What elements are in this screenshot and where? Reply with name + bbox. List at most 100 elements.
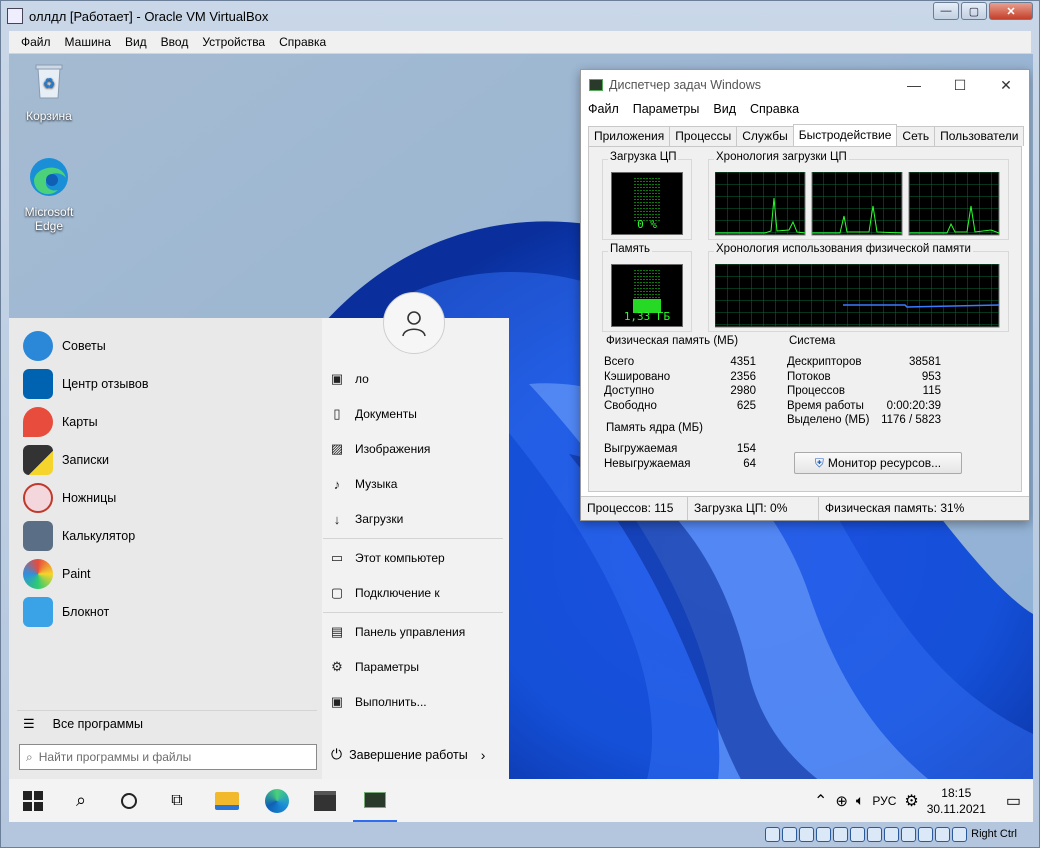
- usb-icon[interactable]: [833, 826, 849, 842]
- start-app-sticky-notes[interactable]: Записки: [23, 443, 109, 477]
- vbox-menu-input[interactable]: Ввод: [157, 35, 193, 49]
- volume-icon[interactable]: 🔈︎: [856, 792, 864, 809]
- clock[interactable]: 18:15 30.11.2021: [927, 785, 986, 817]
- search-placeholder: Найти программы и файлы: [38, 750, 192, 764]
- tm-minimize-button[interactable]: —: [891, 70, 937, 100]
- vbox-menu-devices[interactable]: Устройства: [198, 35, 269, 49]
- place-documents[interactable]: ▯ Документы: [329, 399, 504, 429]
- start-app-maps[interactable]: Карты: [23, 405, 98, 439]
- store-button[interactable]: [303, 779, 347, 822]
- vbox-menu-file[interactable]: Файл: [17, 35, 55, 49]
- tab-applications[interactable]: Приложения: [588, 126, 671, 146]
- place-user-folder[interactable]: ▣ ло: [329, 364, 504, 394]
- desktop-icon-label: Microsoft Edge: [24, 205, 74, 233]
- mouse-integration-icon[interactable]: [935, 826, 951, 842]
- place-control-panel[interactable]: ▤ Панель управления: [329, 617, 504, 647]
- virtualization-icon[interactable]: [918, 826, 934, 842]
- edge-icon: [30, 158, 68, 196]
- place-connect[interactable]: ▢ Подключение к: [329, 578, 504, 608]
- language-indicator[interactable]: РУС: [872, 794, 896, 808]
- control-panel-icon: ▤: [330, 624, 344, 639]
- tab-processes[interactable]: Процессы: [669, 126, 738, 146]
- network-adapter-icon[interactable]: [816, 826, 832, 842]
- guest-screen[interactable]: ♻ Корзина Microsoft Edge Советы Центр от…: [9, 54, 1033, 822]
- tm-menubar: Файл Параметры Вид Справка: [588, 102, 799, 116]
- tab-network[interactable]: Сеть: [896, 126, 936, 146]
- tm-menu-help[interactable]: Справка: [750, 102, 799, 116]
- vbox-menu-machine[interactable]: Машина: [61, 35, 115, 49]
- tm-menu-view[interactable]: Вид: [713, 102, 736, 116]
- all-programs-label: Все программы: [52, 717, 143, 731]
- tm-close-button[interactable]: ✕: [983, 70, 1029, 100]
- table-row: Доступно 2980: [604, 385, 756, 398]
- desktop-icon-edge[interactable]: Microsoft Edge: [11, 156, 87, 233]
- tab-performance[interactable]: Быстродействие: [792, 124, 898, 146]
- place-settings[interactable]: ⚙ Параметры: [329, 652, 504, 682]
- vbox-menu-help[interactable]: Справка: [275, 35, 330, 49]
- edge-taskbar-button[interactable]: [255, 779, 299, 822]
- start-app-calculator[interactable]: Калькулятор: [23, 519, 135, 553]
- place-run[interactable]: ▣ Выполнить...: [329, 687, 504, 717]
- recycle-bin-icon: ♻: [35, 64, 63, 99]
- place-music[interactable]: ♪ Музыка: [329, 469, 504, 499]
- connect-icon: ▢: [330, 585, 344, 600]
- shared-folders-icon[interactable]: [850, 826, 866, 842]
- tab-users[interactable]: Пользователи: [934, 126, 1025, 146]
- explorer-button[interactable]: [205, 779, 249, 822]
- place-pictures[interactable]: ▨ Изображения: [329, 434, 504, 464]
- tab-services[interactable]: Службы: [736, 126, 794, 146]
- start-app-paint[interactable]: Paint: [23, 557, 91, 591]
- tm-title: Диспетчер задач Windows: [609, 78, 761, 92]
- notifications-icon[interactable]: ▭: [1006, 791, 1021, 811]
- vbox-menu-view[interactable]: Вид: [121, 35, 151, 49]
- optical-drive-icon[interactable]: [782, 826, 798, 842]
- vbox-statusbar: Right Ctrl: [9, 822, 1031, 846]
- hdd-icon[interactable]: [765, 826, 781, 842]
- clock-time: 18:15: [941, 785, 972, 800]
- chevron-up-icon[interactable]: ⌃: [814, 791, 827, 811]
- place-downloads[interactable]: ↓ Загрузки: [329, 504, 504, 534]
- maximize-button[interactable]: ▢: [961, 2, 987, 20]
- user-avatar[interactable]: [383, 292, 445, 354]
- cortana-button[interactable]: [107, 779, 151, 822]
- status-memory: Физическая память: 31%: [825, 501, 965, 515]
- audio-icon[interactable]: [799, 826, 815, 842]
- close-button[interactable]: ✕: [989, 2, 1033, 20]
- start-search-input[interactable]: ⌕ Найти программы и файлы: [19, 744, 317, 770]
- cpu-icon[interactable]: [901, 826, 917, 842]
- system-group: Система Дескрипторов 38581 Потоков 953 Про…: [785, 335, 953, 434]
- task-view-button[interactable]: ⧉: [155, 779, 199, 822]
- keyboard-capture-icon[interactable]: [952, 826, 968, 842]
- start-app-snipping-tool[interactable]: Ножницы: [23, 481, 116, 515]
- divider: [17, 710, 317, 711]
- start-button[interactable]: [11, 779, 55, 822]
- system-tray: ⌃ ⊕ 🔈︎ РУС ⚙ 18:15 30.11.2021 ▭: [814, 779, 1033, 822]
- chevron-right-icon[interactable]: ›: [481, 747, 486, 763]
- kernel-memory-title: Память ядра (МБ): [604, 422, 705, 434]
- table-row: Свободно 625: [604, 399, 756, 412]
- start-app-tips[interactable]: Советы: [23, 329, 106, 363]
- shutdown-button[interactable]: ⏻ Завершение работы ›: [331, 746, 485, 763]
- display-icon[interactable]: [867, 826, 883, 842]
- taskbar: ⌕ ⧉ ⌃ ⊕ 🔈︎ РУС ⚙ 18:15 30.11.2021 ▭: [9, 779, 1033, 822]
- search-button[interactable]: ⌕: [59, 779, 103, 822]
- minimize-button[interactable]: —: [933, 2, 959, 20]
- network-icon[interactable]: ⊕: [835, 792, 848, 810]
- tm-menu-file[interactable]: Файл: [588, 102, 619, 116]
- resource-monitor-button[interactable]: ⛨ Монитор ресурсов...: [794, 452, 962, 474]
- tm-menu-options[interactable]: Параметры: [633, 102, 700, 116]
- start-app-notepad[interactable]: Блокнот: [23, 595, 109, 629]
- desktop-icon-recycle-bin[interactable]: ♻ Корзина: [11, 60, 87, 123]
- tm-maximize-button[interactable]: ☐: [937, 70, 983, 100]
- svg-text:♻: ♻: [43, 75, 56, 91]
- start-app-feedback-hub[interactable]: Центр отзывов: [23, 367, 148, 401]
- list-icon: ☰: [23, 716, 35, 731]
- settings-icon[interactable]: ⚙: [904, 791, 918, 811]
- all-programs-button[interactable]: ☰ Все программы: [23, 716, 143, 732]
- place-label: Музыка: [355, 477, 398, 491]
- tm-window-controls: — ☐ ✕: [891, 70, 1029, 100]
- video-capture-icon[interactable]: [884, 826, 900, 842]
- tips-icon: [23, 331, 53, 361]
- place-this-pc[interactable]: ▭ Этот компьютер: [329, 543, 504, 573]
- task-manager-taskbar-button[interactable]: [353, 779, 397, 822]
